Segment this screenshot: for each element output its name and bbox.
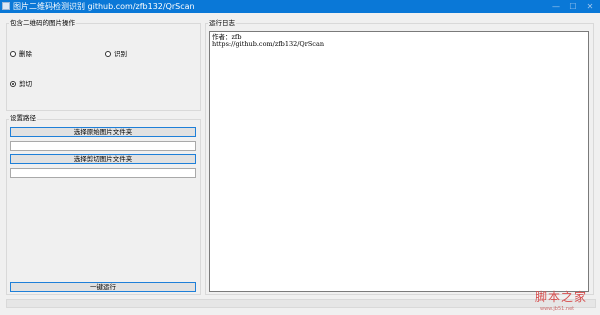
log-group-label: 运行日志: [208, 19, 236, 27]
source-path-field[interactable]: [10, 141, 196, 151]
radio-recognize-label: 识别: [114, 50, 127, 58]
radio-cut-label: 剪切: [19, 80, 32, 88]
cut-path-field[interactable]: [10, 168, 196, 178]
radio-delete-label: 删除: [19, 50, 32, 58]
title-bar: 图片二维码检测识别 github.com/zfb132/QrScan — ☐ ✕: [0, 0, 600, 13]
select-cut-folder-button[interactable]: 选择剪切图片文件夹: [10, 154, 196, 164]
ops-group: [6, 23, 201, 111]
minimize-icon[interactable]: —: [548, 0, 564, 13]
status-bar: [6, 299, 596, 308]
app-icon: [2, 2, 10, 10]
radio-cut-circle[interactable]: [10, 81, 16, 87]
radio-recognize[interactable]: 识别: [105, 50, 127, 58]
select-source-folder-button[interactable]: 选择原始图片文件夹: [10, 127, 196, 137]
maximize-icon[interactable]: ☐: [565, 0, 581, 13]
window-title: 图片二维码检测识别 github.com/zfb132/QrScan: [13, 2, 195, 11]
radio-cut[interactable]: 剪切: [10, 80, 32, 88]
radio-delete[interactable]: 删除: [10, 50, 32, 58]
radio-recognize-circle[interactable]: [105, 51, 111, 57]
app-window: 图片二维码检测识别 github.com/zfb132/QrScan — ☐ ✕…: [0, 0, 600, 315]
radio-delete-circle[interactable]: [10, 51, 16, 57]
ops-group-label: 包含二维码的图片操作: [9, 19, 76, 27]
close-icon[interactable]: ✕: [582, 0, 598, 13]
log-textarea[interactable]: 作者：zfb https://github.com/zfb132/QrScan: [209, 31, 589, 292]
log-line: https://github.com/zfb132/QrScan: [212, 40, 325, 48]
watermark-url: www.jb51.net: [540, 306, 575, 312]
watermark-logo: 脚本之家: [535, 290, 588, 304]
path-group-label: 设置路径: [9, 114, 37, 122]
run-button[interactable]: 一键运行: [10, 282, 196, 292]
